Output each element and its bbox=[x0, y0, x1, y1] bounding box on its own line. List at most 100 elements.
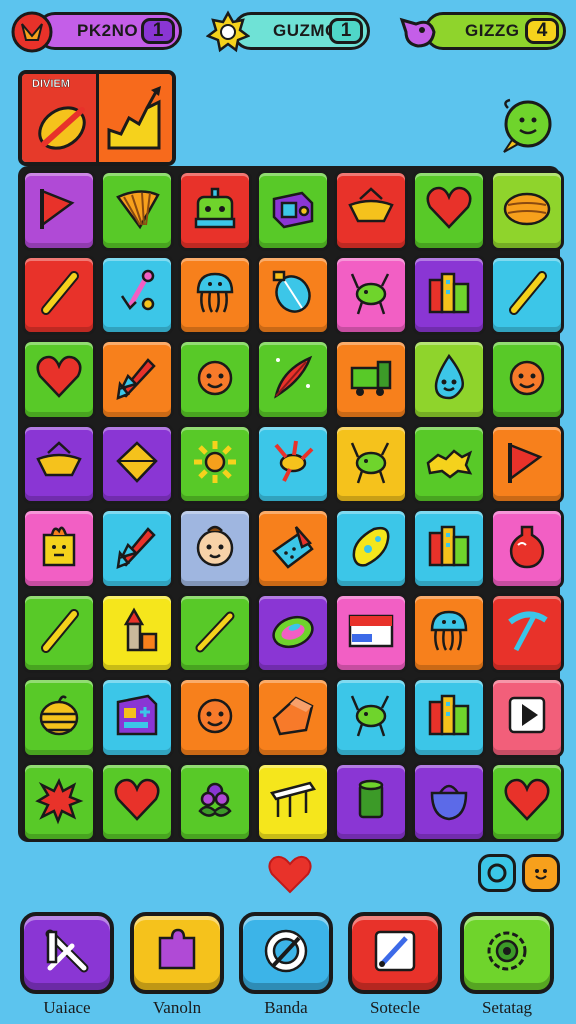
hud-counter-left[interactable]: PK2NO 1 bbox=[36, 12, 182, 50]
board-tile[interactable] bbox=[178, 339, 252, 420]
board-tile[interactable] bbox=[100, 339, 174, 420]
toolbar-button-label: Banda bbox=[264, 998, 308, 1017]
board-tile[interactable] bbox=[256, 761, 330, 842]
bird-icon bbox=[266, 435, 320, 493]
board-tile[interactable] bbox=[178, 254, 252, 335]
pickaxe-icon bbox=[500, 604, 554, 662]
board-tile[interactable] bbox=[178, 761, 252, 842]
board-tile[interactable] bbox=[490, 423, 564, 504]
board-tile[interactable] bbox=[334, 254, 408, 335]
bench-icon bbox=[266, 773, 320, 831]
board-tile[interactable] bbox=[412, 677, 486, 758]
gem-icon bbox=[266, 604, 320, 662]
fox-badge-icon bbox=[10, 10, 54, 54]
board-tile[interactable] bbox=[412, 592, 486, 673]
board-tile[interactable] bbox=[334, 592, 408, 673]
machine-icon bbox=[110, 688, 164, 746]
board-tile[interactable] bbox=[334, 423, 408, 504]
board-tile[interactable] bbox=[490, 761, 564, 842]
sun-icon bbox=[188, 435, 242, 493]
buildings-icon bbox=[422, 266, 476, 324]
stick-icon bbox=[500, 266, 554, 324]
heart-icon bbox=[500, 773, 554, 831]
board-tile[interactable] bbox=[334, 170, 408, 251]
hud-counter-right[interactable]: GIZZG 4 bbox=[424, 12, 566, 50]
face-icon bbox=[188, 350, 242, 408]
face-icon bbox=[500, 350, 554, 408]
board-tile[interactable] bbox=[490, 592, 564, 673]
board-tile[interactable] bbox=[100, 254, 174, 335]
pea-mascot-icon[interactable] bbox=[496, 96, 556, 156]
toolbar-button[interactable] bbox=[20, 912, 114, 994]
board-tile[interactable] bbox=[334, 339, 408, 420]
board-tile[interactable] bbox=[412, 339, 486, 420]
board-tile[interactable] bbox=[22, 339, 96, 420]
board-tile[interactable] bbox=[178, 423, 252, 504]
shell-icon bbox=[500, 181, 554, 239]
board-tile[interactable] bbox=[100, 423, 174, 504]
jellyfish-icon bbox=[422, 604, 476, 662]
toolbar-button[interactable] bbox=[130, 912, 224, 994]
board-tile[interactable] bbox=[256, 170, 330, 251]
board-tile[interactable] bbox=[178, 592, 252, 673]
board-tile[interactable] bbox=[334, 677, 408, 758]
board-tile[interactable] bbox=[178, 508, 252, 589]
board-tile[interactable] bbox=[100, 508, 174, 589]
heart-icon[interactable] bbox=[266, 852, 314, 896]
board-tile[interactable] bbox=[100, 170, 174, 251]
truck-icon bbox=[344, 350, 398, 408]
board-tile[interactable] bbox=[334, 761, 408, 842]
board-tile[interactable] bbox=[256, 339, 330, 420]
board-tile[interactable] bbox=[22, 170, 96, 251]
board-tile[interactable] bbox=[22, 677, 96, 758]
board-tile[interactable] bbox=[100, 592, 174, 673]
board-tile[interactable] bbox=[256, 508, 330, 589]
board-tile[interactable] bbox=[412, 254, 486, 335]
board-tile[interactable] bbox=[412, 170, 486, 251]
lantern-icon bbox=[266, 266, 320, 324]
pencil-goal-icon bbox=[38, 106, 86, 150]
board-tile[interactable] bbox=[490, 254, 564, 335]
board-tile[interactable] bbox=[178, 677, 252, 758]
feather-icon bbox=[266, 350, 320, 408]
board-tile[interactable] bbox=[100, 761, 174, 842]
board-tile[interactable] bbox=[412, 423, 486, 504]
board-tile[interactable] bbox=[334, 508, 408, 589]
board-tile[interactable] bbox=[256, 254, 330, 335]
hud-left-count: 1 bbox=[141, 18, 175, 44]
gear-icon bbox=[478, 922, 536, 984]
board-tile[interactable] bbox=[256, 592, 330, 673]
swap-icon[interactable] bbox=[478, 854, 516, 892]
toolbar-button[interactable] bbox=[348, 912, 442, 994]
puzzle-icon bbox=[148, 922, 206, 984]
board-tile[interactable] bbox=[490, 170, 564, 251]
board-tile[interactable] bbox=[256, 423, 330, 504]
board-tile[interactable] bbox=[490, 339, 564, 420]
board-tile[interactable] bbox=[412, 761, 486, 842]
pouch-icon bbox=[422, 773, 476, 831]
hud-counter-center[interactable]: GUZMG 1 bbox=[232, 12, 370, 50]
beehive-icon bbox=[32, 688, 86, 746]
board-tile[interactable] bbox=[256, 677, 330, 758]
board-tile[interactable] bbox=[100, 677, 174, 758]
tower-icon bbox=[110, 604, 164, 662]
board-tile[interactable] bbox=[22, 254, 96, 335]
hint-face-icon[interactable] bbox=[522, 854, 560, 892]
board-tile[interactable] bbox=[490, 677, 564, 758]
buildings-icon bbox=[422, 688, 476, 746]
robot-icon bbox=[188, 181, 242, 239]
toolbar-button[interactable] bbox=[460, 912, 554, 994]
board-tile[interactable] bbox=[412, 508, 486, 589]
board-tile[interactable] bbox=[178, 170, 252, 251]
sun-badge-icon bbox=[205, 10, 251, 54]
hud-right-label: GIZZG bbox=[465, 21, 520, 40]
board-tile[interactable] bbox=[22, 592, 96, 673]
diamond-icon bbox=[110, 435, 164, 493]
board-tile[interactable] bbox=[22, 423, 96, 504]
board-tile[interactable] bbox=[22, 761, 96, 842]
board-tile[interactable] bbox=[22, 508, 96, 589]
bowl-icon bbox=[32, 435, 86, 493]
board-tile[interactable] bbox=[490, 508, 564, 589]
mission-panel[interactable]: DIVIEM bbox=[18, 70, 176, 166]
toolbar-button[interactable] bbox=[239, 912, 333, 994]
